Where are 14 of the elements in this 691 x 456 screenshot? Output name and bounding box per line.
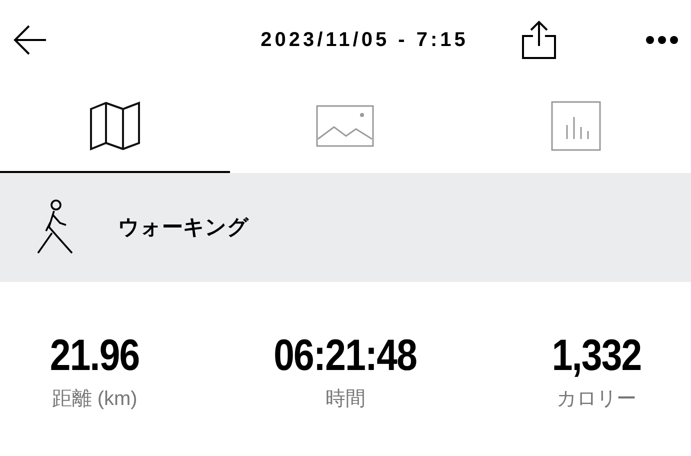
date-time-title: 2023/11/05 - 7:15: [260, 28, 468, 53]
stat-value: 21.96: [50, 332, 140, 380]
stat-value: 06:21:48: [274, 332, 417, 380]
activity-type: ウォーキング: [118, 214, 249, 241]
stat-label: 時間: [325, 387, 366, 412]
back-arrow-icon[interactable]: [12, 24, 48, 56]
share-icon[interactable]: [520, 20, 557, 60]
stat-value: 1,332: [552, 332, 642, 380]
more-icon[interactable]: [644, 35, 679, 45]
bar-chart-icon: [550, 100, 601, 150]
stat-label: 距離 (km): [52, 387, 138, 412]
stat-label: カロリー: [556, 387, 636, 412]
map-icon: [89, 100, 142, 150]
image-icon: [316, 104, 374, 146]
